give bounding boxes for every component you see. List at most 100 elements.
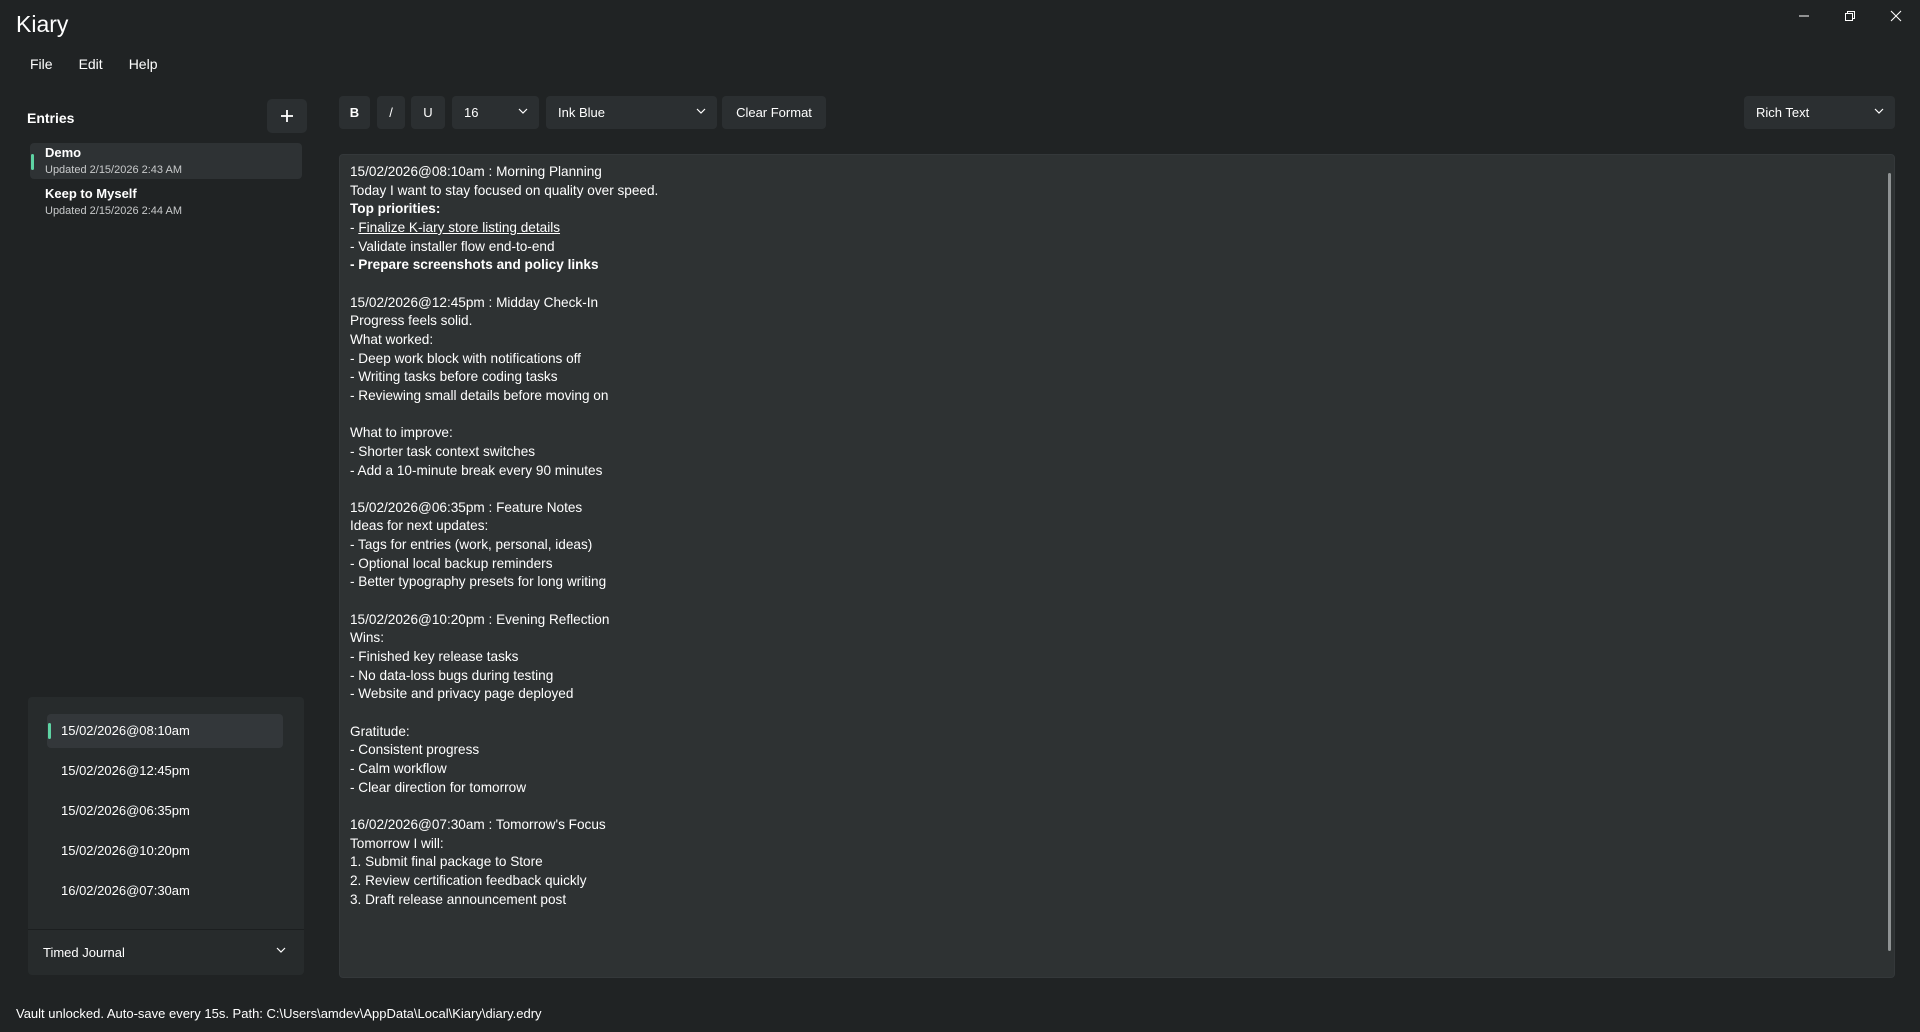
editor-line-text: What to improve: xyxy=(350,425,453,441)
editor-line-text: 15/02/2026@10:20pm : Evening Reflection xyxy=(350,611,610,627)
editor-line: 15/02/2026@08:10am : Morning Planning xyxy=(350,163,658,182)
text-color-value: Ink Blue xyxy=(558,105,605,120)
editor-line-text xyxy=(350,407,354,422)
font-size-select[interactable]: 16 xyxy=(452,96,539,129)
editor-line: - Clear direction for tomorrow xyxy=(350,779,658,798)
editor-line: Today I want to stay focused on quality … xyxy=(350,182,658,201)
journal-mode-label: Timed Journal xyxy=(43,945,125,960)
editor-line-text xyxy=(350,276,354,291)
editor-line-text: - Consistent progress xyxy=(350,742,480,758)
editor-line: - No data-loss bugs during testing xyxy=(350,667,658,686)
editor-line-text: Wins: xyxy=(350,630,384,646)
editor-line: Top priorities: xyxy=(350,200,658,219)
entry-updated: Updated 2/15/2026 2:43 AM xyxy=(45,164,182,176)
editor-line-text: 15/02/2026@06:35pm : Feature Notes xyxy=(350,499,583,515)
italic-button[interactable]: / xyxy=(377,96,405,129)
timestamp-item[interactable]: 15/02/2026@06:35pm xyxy=(47,794,283,828)
selection-indicator xyxy=(31,154,34,170)
add-entry-button[interactable] xyxy=(267,99,307,133)
close-icon[interactable] xyxy=(1873,0,1919,32)
editor-line: Gratitude: xyxy=(350,723,658,742)
chevron-down-icon xyxy=(518,108,528,114)
editor-line: 15/02/2026@10:20pm : Evening Reflection xyxy=(350,611,658,630)
editor-line-text: - Optional local backup reminders xyxy=(350,555,553,571)
entries-header: Entries xyxy=(27,110,75,126)
timestamp-panel: 15/02/2026@08:10am 15/02/2026@12:45pm 15… xyxy=(28,697,304,975)
plus-icon xyxy=(281,110,293,122)
editor-line: 16/02/2026@07:30am : Tomorrow's Focus xyxy=(350,816,658,835)
editor-line-text: - Better typography presets for long wri… xyxy=(350,574,607,590)
editor-line-text: 15/02/2026@12:45pm : Midday Check-In xyxy=(350,294,599,310)
editor-line: - Reviewing small details before moving … xyxy=(350,387,658,406)
editor-line: Ideas for next updates: xyxy=(350,517,658,536)
editor-line: 15/02/2026@06:35pm : Feature Notes xyxy=(350,499,658,518)
text-color-select[interactable]: Ink Blue xyxy=(546,96,717,129)
editor-line: - Finalize K-iary store listing details xyxy=(350,219,658,238)
entry-item-keep-to-myself[interactable]: Keep to Myself Updated 2/15/2026 2:44 AM xyxy=(30,184,302,220)
editor-line: - Optional local backup reminders xyxy=(350,555,658,574)
editor-line xyxy=(350,406,658,425)
timestamp-label: 16/02/2026@07:30am xyxy=(61,883,190,898)
timestamp-label: 15/02/2026@10:20pm xyxy=(61,843,190,858)
editor-content[interactable]: 15/02/2026@08:10am : Morning Planning Tod… xyxy=(350,163,658,909)
journal-mode-select[interactable]: Timed Journal xyxy=(28,929,304,975)
timestamp-item[interactable]: 16/02/2026@07:30am xyxy=(47,874,283,908)
editor-line-text: - Validate installer flow end-to-end xyxy=(350,238,555,254)
timestamp-item[interactable]: 15/02/2026@08:10am xyxy=(47,714,283,748)
entry-name: Keep to Myself xyxy=(45,186,137,201)
chevron-down-icon xyxy=(1874,108,1884,114)
editor-line: - Finished key release tasks xyxy=(350,648,658,667)
editor-line-text: - Writing tasks before coding tasks xyxy=(350,369,558,385)
menu-help[interactable]: Help xyxy=(115,52,170,78)
editor-line-text xyxy=(350,593,354,608)
menu-edit[interactable]: Edit xyxy=(65,52,115,78)
editor-line-text: Today I want to stay focused on quality … xyxy=(350,182,659,198)
editor-line: What to improve: xyxy=(350,424,658,443)
timestamp-label: 15/02/2026@08:10am xyxy=(61,723,190,738)
title-bar: Kiary xyxy=(0,0,1920,48)
editor-line-text: Top priorities: xyxy=(350,201,441,217)
timestamp-label: 15/02/2026@06:35pm xyxy=(61,803,190,818)
editor-line xyxy=(350,592,658,611)
editor-line: - Validate installer flow end-to-end xyxy=(350,238,658,257)
editor-line-text: - No data-loss bugs during testing xyxy=(350,667,554,683)
timestamp-item[interactable]: 15/02/2026@12:45pm xyxy=(47,754,283,788)
editor-line: Wins: xyxy=(350,629,658,648)
editor-line-text: Gratitude: xyxy=(350,723,410,739)
editor-line-text: Progress feels solid. xyxy=(350,313,473,329)
editor-line: 1. Submit final package to Store xyxy=(350,853,658,872)
entry-name: Demo xyxy=(45,145,82,160)
editor-line xyxy=(350,275,658,294)
editor-line-text: 1. Submit final package to Store xyxy=(350,854,543,870)
editor-line-text: - Website and privacy page deployed xyxy=(350,686,574,702)
editor-line-text: What worked: xyxy=(350,331,434,347)
bold-button[interactable]: B xyxy=(339,96,370,129)
editor-line-text xyxy=(350,705,354,720)
editor-scrollbar[interactable] xyxy=(1888,173,1891,951)
editor-line: - Shorter task context switches xyxy=(350,443,658,462)
journal-editor[interactable]: 15/02/2026@08:10am : Morning Planning Tod… xyxy=(339,154,1895,978)
editor-line-text: - Calm workflow xyxy=(350,761,447,776)
editor-line: - Add a 10-minute break every 90 minutes xyxy=(350,462,658,481)
entry-item-demo[interactable]: Demo Updated 2/15/2026 2:43 AM xyxy=(30,143,302,179)
editor-line-text xyxy=(350,798,354,813)
editor-line xyxy=(350,704,658,723)
editor-line: - Website and privacy page deployed xyxy=(350,685,658,704)
status-bar: Vault unlocked. Auto-save every 15s. Pat… xyxy=(16,1006,542,1021)
editor-line: 2. Review certification feedback quickly xyxy=(350,872,658,891)
format-mode-select[interactable]: Rich Text xyxy=(1744,96,1895,129)
underline-button[interactable]: U xyxy=(411,96,445,129)
clear-format-button[interactable]: Clear Format xyxy=(722,96,826,129)
minimize-icon[interactable] xyxy=(1781,0,1827,32)
editor-line-text: - Clear direction for tomorrow xyxy=(350,779,527,795)
restore-icon[interactable] xyxy=(1827,0,1873,32)
menu-file[interactable]: File xyxy=(16,52,65,78)
timestamp-label: 15/02/2026@12:45pm xyxy=(61,763,190,778)
timestamp-item[interactable]: 15/02/2026@10:20pm xyxy=(47,834,283,868)
editor-line: Progress feels solid. xyxy=(350,312,658,331)
editor-line: - Consistent progress xyxy=(350,741,658,760)
editor-line-text: 3. Draft release announcement post xyxy=(350,891,567,907)
editor-line-text: - Prepare screenshots and policy links xyxy=(350,257,599,273)
editor-line xyxy=(350,480,658,499)
editor-line: 3. Draft release announcement post xyxy=(350,891,658,910)
